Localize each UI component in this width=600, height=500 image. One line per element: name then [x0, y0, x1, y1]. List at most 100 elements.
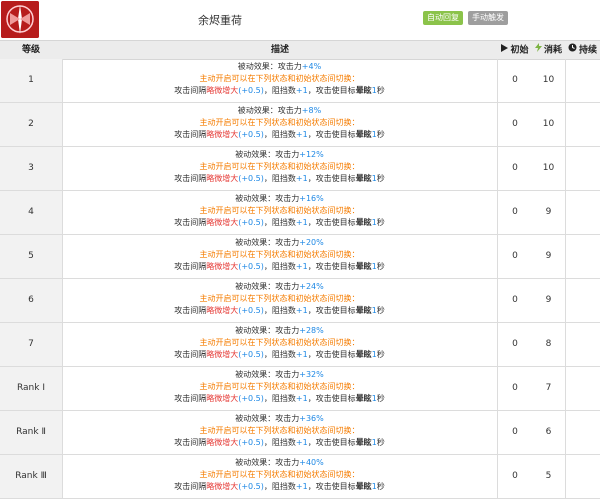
description-cell: 被动效果：攻击力+40% 主动开启可以在下列状态和初始状态间切换： 攻击间隔略微增大… [62, 455, 498, 498]
table-row: 7 被动效果：攻击力+28% 主动开启可以在下列状态和初始状态间切换： 攻击间隔略微增… [0, 323, 600, 367]
header-init-label: 初始 [510, 45, 529, 56]
init-cell: 0 [512, 119, 518, 129]
init-cell: 0 [512, 207, 518, 217]
header-init: 初始 [498, 41, 532, 59]
cost-cell: 9 [545, 207, 552, 217]
effect-line: 攻击间隔略微增大(+0.5)，阻挡数+1，攻击使目标晕眩1秒 [174, 218, 385, 227]
effect-line: 攻击间隔略微增大(+0.5)，阻挡数+1，攻击使目标晕眩1秒 [174, 350, 385, 359]
level-cell: 7 [0, 323, 63, 366]
level-cell: Rank Ⅰ [0, 367, 63, 410]
table-row: Rank Ⅱ 被动效果：攻击力+36% 主动开启可以在下列状态和初始状态间切换： 攻击… [0, 411, 600, 455]
cost-cell: 10 [542, 119, 555, 129]
cost-cell: 6 [545, 427, 552, 437]
duration-cell [565, 367, 600, 410]
header-cost: 消耗 [532, 41, 565, 59]
description-cell: 被动效果：攻击力+16% 主动开启可以在下列状态和初始状态间切换： 攻击间隔略微增大… [62, 191, 498, 234]
description-cell: 被动效果：攻击力+8% 主动开启可以在下列状态和初始状态间切换： 攻击间隔略微增大(… [62, 103, 498, 146]
cost-cell: 9 [545, 295, 552, 305]
init-cell: 0 [512, 251, 518, 261]
level-cell: 6 [0, 279, 63, 322]
atk-bonus: +32% [299, 370, 324, 379]
duration-cell [565, 147, 600, 190]
active-line: 主动开启可以在下列状态和初始状态间切换： [199, 74, 360, 83]
lightning-icon [534, 41, 542, 59]
table-row: 4 被动效果：攻击力+16% 主动开启可以在下列状态和初始状态间切换： 攻击间隔略微增… [0, 191, 600, 235]
init-cell: 0 [512, 75, 518, 85]
description-cell: 被动效果：攻击力+4% 主动开启可以在下列状态和初始状态间切换： 攻击间隔略微增大(… [62, 59, 498, 102]
init-cell: 0 [512, 427, 518, 437]
atk-bonus: +36% [299, 414, 324, 423]
passive-line: 被动效果：攻击力+4% [237, 62, 322, 71]
effect-line: 攻击间隔略微增大(+0.5)，阻挡数+1，攻击使目标晕眩1秒 [174, 482, 385, 491]
init-cell: 0 [512, 471, 518, 481]
description-cell: 被动效果：攻击力+12% 主动开启可以在下列状态和初始状态间切换： 攻击间隔略微增大… [62, 147, 498, 190]
init-cell: 0 [512, 295, 518, 305]
table-row: 6 被动效果：攻击力+24% 主动开启可以在下列状态和初始状态间切换： 攻击间隔略微增… [0, 279, 600, 323]
duration-cell [565, 59, 600, 102]
passive-line: 被动效果：攻击力+16% [235, 194, 324, 203]
description-cell: 被动效果：攻击力+32% 主动开启可以在下列状态和初始状态间切换： 攻击间隔略微增大… [62, 367, 498, 410]
passive-line: 被动效果：攻击力+20% [235, 238, 324, 247]
active-line: 主动开启可以在下列状态和初始状态间切换： [199, 426, 360, 435]
active-line: 主动开启可以在下列状态和初始状态间切换： [199, 470, 360, 479]
duration-cell [565, 455, 600, 498]
passive-line: 被动效果：攻击力+28% [235, 326, 324, 335]
description-cell: 被动效果：攻击力+20% 主动开启可以在下列状态和初始状态间切换： 攻击间隔略微增大… [62, 235, 498, 278]
level-cell: Rank Ⅱ [0, 411, 63, 454]
effect-line: 攻击间隔略微增大(+0.5)，阻挡数+1，攻击使目标晕眩1秒 [174, 394, 385, 403]
atk-bonus: +8% [301, 106, 322, 115]
active-line: 主动开启可以在下列状态和初始状态间切换： [199, 118, 360, 127]
atk-bonus: +40% [299, 458, 324, 467]
active-line: 主动开启可以在下列状态和初始状态间切换： [199, 162, 360, 171]
header-duration: 持续 [565, 41, 600, 59]
level-cell: 4 [0, 191, 63, 234]
level-cell: Rank Ⅲ [0, 455, 63, 498]
passive-line: 被动效果：攻击力+40% [235, 458, 324, 467]
effect-line: 攻击间隔略微增大(+0.5)，阻挡数+1，攻击使目标晕眩1秒 [174, 306, 385, 315]
init-cell: 0 [512, 163, 518, 173]
atk-bonus: +12% [299, 150, 324, 159]
cost-cell: 10 [542, 75, 555, 85]
table-row: 5 被动效果：攻击力+20% 主动开启可以在下列状态和初始状态间切换： 攻击间隔略微增… [0, 235, 600, 279]
effect-line: 攻击间隔略微增大(+0.5)，阻挡数+1，攻击使目标晕眩1秒 [174, 86, 385, 95]
effect-line: 攻击间隔略微增大(+0.5)，阻挡数+1，攻击使目标晕眩1秒 [174, 438, 385, 447]
description-cell: 被动效果：攻击力+24% 主动开启可以在下列状态和初始状态间切换： 攻击间隔略微增大… [62, 279, 498, 322]
level-cell: 3 [0, 147, 63, 190]
level-cell: 2 [0, 103, 63, 146]
active-line: 主动开启可以在下列状态和初始状态间切换： [199, 206, 360, 215]
skill-level-table: 1 被动效果：攻击力+4% 主动开启可以在下列状态和初始状态间切换： 攻击间隔略微增大… [0, 59, 600, 499]
table-row: 3 被动效果：攻击力+12% 主动开启可以在下列状态和初始状态间切换： 攻击间隔略微增… [0, 147, 600, 191]
cost-cell: 10 [542, 163, 555, 173]
table-header: 等级 描述 初始 消耗 持续 [0, 40, 600, 60]
tag-manual-trigger: 手动触发 [468, 11, 508, 25]
play-icon [501, 41, 509, 59]
header-duration-label: 持续 [578, 45, 597, 56]
cost-cell: 8 [545, 339, 552, 349]
active-line: 主动开启可以在下列状态和初始状态间切换： [199, 382, 360, 391]
table-row: 1 被动效果：攻击力+4% 主动开启可以在下列状态和初始状态间切换： 攻击间隔略微增大… [0, 59, 600, 103]
init-cell: 0 [512, 383, 518, 393]
effect-line: 攻击间隔略微增大(+0.5)，阻挡数+1，攻击使目标晕眩1秒 [174, 174, 385, 183]
init-cell: 0 [512, 339, 518, 349]
header-level: 等级 [21, 45, 40, 55]
duration-cell [565, 279, 600, 322]
effect-line: 攻击间隔略微增大(+0.5)，阻挡数+1，攻击使目标晕眩1秒 [174, 262, 385, 271]
table-row: 2 被动效果：攻击力+8% 主动开启可以在下列状态和初始状态间切换： 攻击间隔略微增大… [0, 103, 600, 147]
duration-cell [565, 191, 600, 234]
passive-line: 被动效果：攻击力+8% [237, 106, 322, 115]
atk-bonus: +20% [299, 238, 324, 247]
passive-line: 被动效果：攻击力+32% [235, 370, 324, 379]
table-row: Rank Ⅰ 被动效果：攻击力+32% 主动开启可以在下列状态和初始状态间切换： 攻击… [0, 367, 600, 411]
header-cost-label: 消耗 [543, 45, 562, 56]
cost-cell: 7 [545, 383, 552, 393]
atk-bonus: +16% [299, 194, 324, 203]
active-line: 主动开启可以在下列状态和初始状态间切换： [199, 338, 360, 347]
atk-bonus: +24% [299, 282, 324, 291]
passive-line: 被动效果：攻击力+24% [235, 282, 324, 291]
effect-line: 攻击间隔略微增大(+0.5)，阻挡数+1，攻击使目标晕眩1秒 [174, 130, 385, 139]
level-cell: 1 [0, 59, 63, 102]
cost-cell: 5 [545, 471, 552, 481]
cost-cell: 9 [545, 251, 552, 261]
duration-cell [565, 235, 600, 278]
passive-line: 被动效果：攻击力+36% [235, 414, 324, 423]
